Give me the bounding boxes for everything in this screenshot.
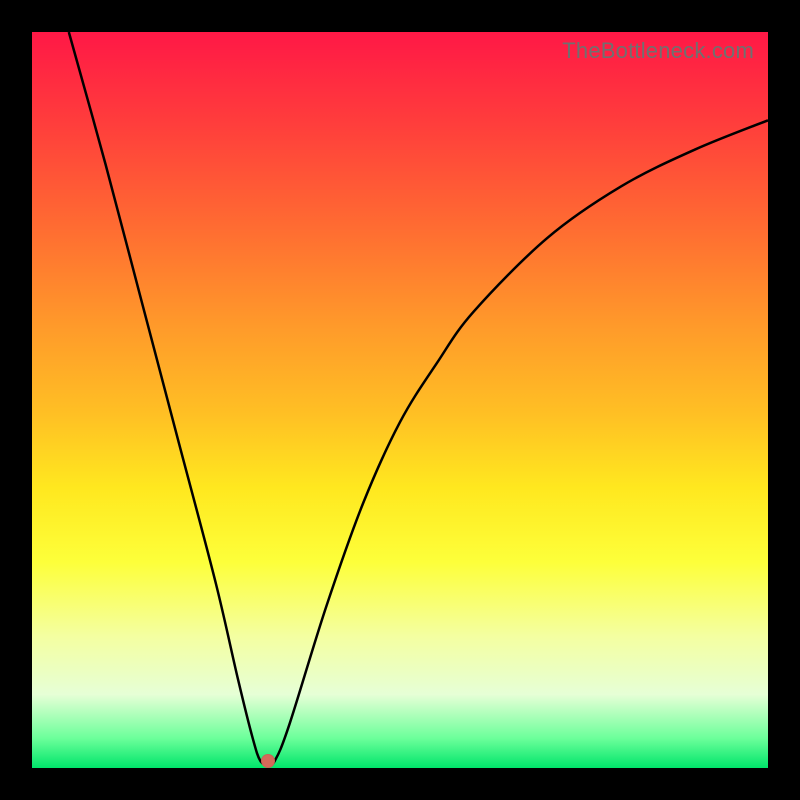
bottleneck-marker-dot bbox=[261, 754, 275, 768]
chart-frame: TheBottleneck.com bbox=[0, 0, 800, 800]
plot-area: TheBottleneck.com bbox=[32, 32, 768, 768]
bottleneck-curve bbox=[32, 32, 768, 768]
curve-path bbox=[69, 32, 768, 765]
